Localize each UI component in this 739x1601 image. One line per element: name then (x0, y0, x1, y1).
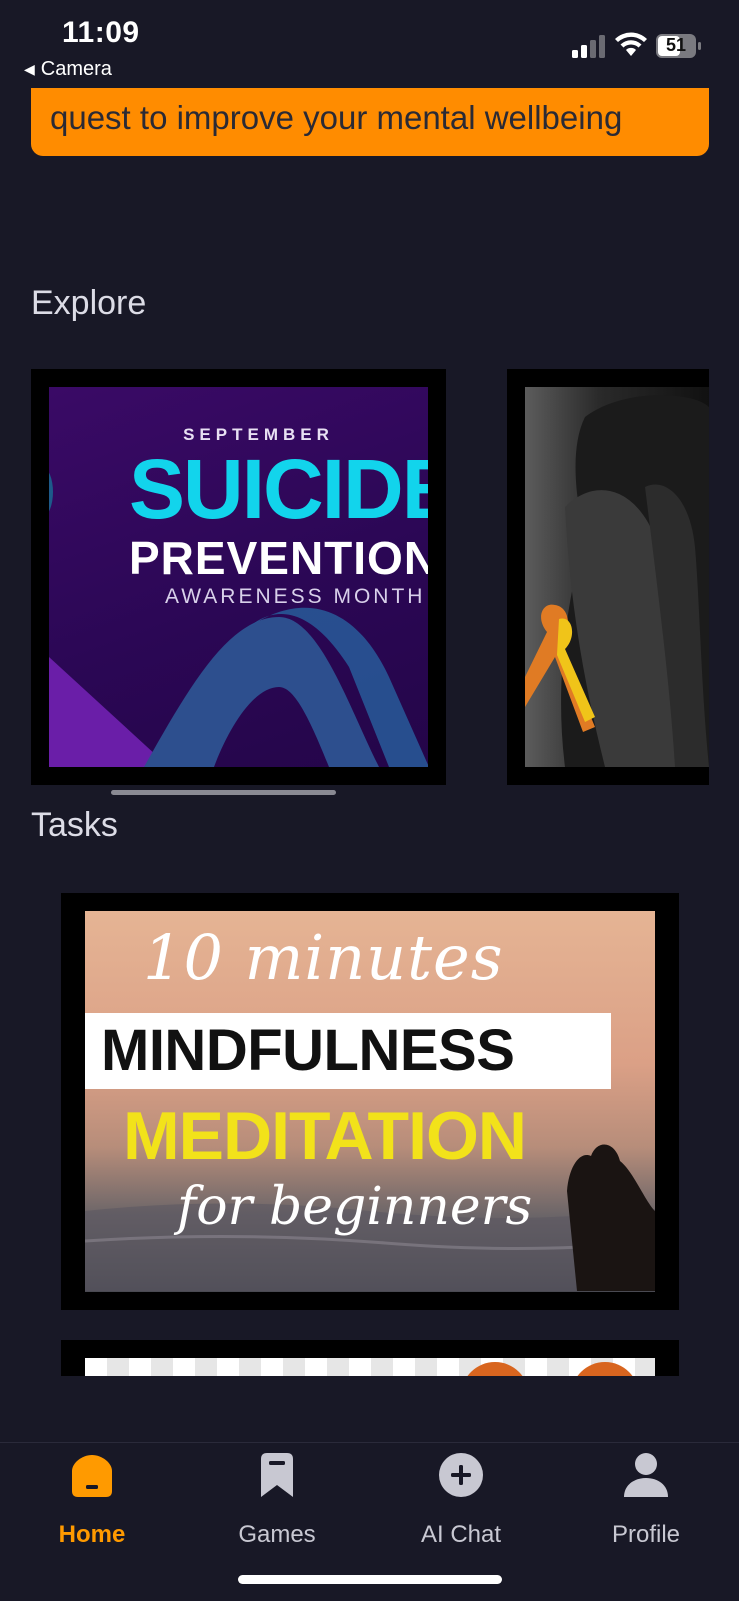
suicide-prevention-image: SEPTEMBER SUICIDE PREVENTION AWARENESS M… (49, 387, 428, 767)
status-bar: 11:09 ◀ Camera 51 (0, 0, 739, 88)
explore-card-suicide-prevention[interactable]: SEPTEMBER SUICIDE PREVENTION AWARENESS M… (31, 369, 446, 785)
bookmark-icon (261, 1453, 293, 1497)
back-to-camera-link[interactable]: ◀ Camera (24, 58, 112, 81)
tab-home[interactable]: Home (22, 1443, 162, 1563)
banner-text: quest to improve your mental wellbeing (50, 99, 623, 136)
tab-ai-chat[interactable]: AI Chat (391, 1443, 531, 1563)
task-card-second[interactable] (61, 1340, 679, 1376)
orange-circles-graphic (467, 1362, 633, 1376)
motivation-banner[interactable]: quest to improve your mental wellbeing (31, 88, 709, 156)
hands-ribbon-graphic (525, 395, 709, 767)
task-line-beginners: for beginners (177, 1177, 533, 1237)
status-time: 11:09 (62, 16, 140, 49)
headline-suicide: SUICIDE (129, 442, 428, 536)
cellular-signal-icon (572, 35, 605, 58)
task-line-mindfulness: MINDFULNESS (101, 1018, 515, 1083)
battery-indicator: 51 (656, 34, 702, 58)
home-icon (72, 1455, 112, 1497)
tasks-heading: Tasks (31, 806, 118, 844)
task-line-duration: 10 minutes (143, 921, 504, 994)
tab-profile-label: Profile (611, 1521, 681, 1548)
headline-prevention: PREVENTION (129, 532, 428, 584)
back-app-label: Camera (40, 58, 112, 80)
awareness-caption: AWARENESS MONTH (165, 585, 426, 608)
tab-games[interactable]: Games (207, 1443, 347, 1563)
tab-games-label: Games (238, 1521, 316, 1548)
tab-ai-chat-label: AI Chat (420, 1521, 502, 1548)
task-line-meditation: MEDITATION (123, 1098, 527, 1174)
tab-profile[interactable]: Profile (576, 1443, 716, 1563)
explore-carousel[interactable]: SEPTEMBER SUICIDE PREVENTION AWARENESS M… (31, 369, 709, 787)
mindfulness-meditation-image: 10 minutes MINDFULNESS MEDITATION for be… (85, 911, 655, 1292)
home-indicator-bar[interactable] (238, 1575, 502, 1584)
person-icon (624, 1453, 668, 1497)
man-hands-face-image (525, 387, 709, 767)
wifi-icon (615, 32, 647, 56)
back-triangle-icon: ◀ (24, 61, 35, 77)
explore-card-grief[interactable] (507, 369, 709, 785)
explore-heading: Explore (31, 284, 147, 322)
checkered-banner-image (85, 1358, 655, 1376)
task-card-mindfulness[interactable]: 10 minutes MINDFULNESS MEDITATION for be… (61, 893, 679, 1310)
plus-circle-icon (439, 1453, 483, 1497)
tab-home-label: Home (58, 1521, 126, 1548)
battery-level: 51 (665, 35, 687, 55)
explore-scroll-indicator[interactable] (111, 790, 336, 795)
